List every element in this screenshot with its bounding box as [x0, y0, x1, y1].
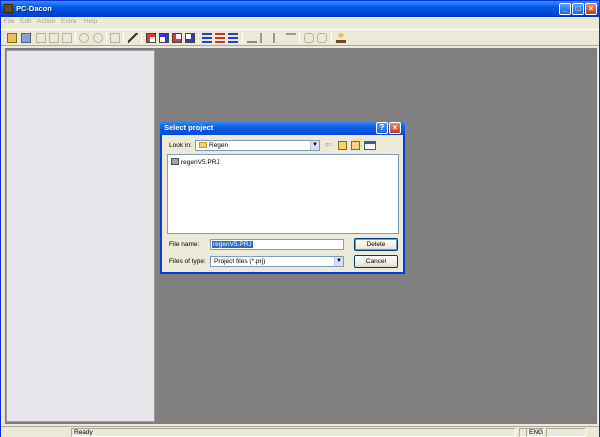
- language-indicator: ENG: [526, 428, 544, 437]
- look-in-value: Regen: [209, 142, 229, 149]
- menu-edit[interactable]: Edit: [20, 18, 31, 25]
- align-icon-3[interactable]: [228, 33, 238, 43]
- status-text: Ready: [71, 428, 516, 437]
- toolbar-separator: [141, 32, 142, 44]
- toolbar-separator: [299, 32, 300, 44]
- grid-icon-4[interactable]: [185, 33, 195, 43]
- list-item[interactable]: regenV5.PRJ: [171, 158, 220, 166]
- dialog-help-button[interactable]: ?: [376, 122, 388, 134]
- select-project-dialog: Select project ? × Look in: Regen ▼ ⇦ re…: [160, 121, 405, 274]
- status-left: [3, 428, 71, 437]
- folder-icon: [199, 142, 207, 148]
- wand-icon[interactable]: [128, 33, 138, 43]
- toolbar-separator: [331, 32, 332, 44]
- file-name-field[interactable]: regenV5.PRJ: [210, 239, 344, 250]
- chevron-down-icon[interactable]: ▼: [310, 141, 319, 150]
- look-in-label: Look in:: [169, 142, 192, 149]
- back-icon[interactable]: ⇦: [325, 141, 334, 150]
- dialog-title-bar[interactable]: Select project ? ×: [160, 121, 405, 135]
- align-icon-2[interactable]: [215, 33, 225, 43]
- menu-help[interactable]: Help: [84, 18, 97, 25]
- grid-icon-3[interactable]: [172, 33, 182, 43]
- cancel-button[interactable]: Cancel: [354, 255, 398, 268]
- file-icon: [171, 158, 179, 165]
- grid-icon-1[interactable]: [146, 33, 156, 43]
- title-bar[interactable]: PC-Dacon _ □ ×: [1, 1, 599, 17]
- dialog-title: Select project: [164, 123, 214, 132]
- view-menu-icon[interactable]: [364, 141, 376, 150]
- toolbar-separator: [198, 32, 199, 44]
- toolbar: [1, 29, 599, 46]
- resize-grip[interactable]: [587, 428, 597, 437]
- toolbar-separator: [123, 32, 124, 44]
- grid-icon-2[interactable]: [159, 33, 169, 43]
- new-folder-icon[interactable]: [351, 141, 360, 150]
- project-tree-panel[interactable]: [6, 50, 155, 422]
- print-icon[interactable]: [110, 33, 120, 43]
- dialog-close-button[interactable]: ×: [389, 122, 401, 134]
- app-icon: [4, 4, 13, 13]
- step-icon-1[interactable]: [260, 33, 270, 43]
- redo-icon[interactable]: [93, 33, 103, 43]
- file-name-label: File name:: [169, 241, 200, 248]
- step-icon-3[interactable]: [286, 33, 296, 43]
- link-icon-2[interactable]: [317, 33, 327, 43]
- minimize-button[interactable]: _: [559, 3, 571, 15]
- open-icon[interactable]: [7, 33, 17, 43]
- close-button[interactable]: ×: [585, 3, 597, 15]
- maximize-button[interactable]: □: [572, 3, 584, 15]
- toolbar-separator: [106, 32, 107, 44]
- align-icon-1[interactable]: [202, 33, 212, 43]
- step-icon-2[interactable]: [273, 33, 283, 43]
- menu-file[interactable]: File: [4, 18, 14, 25]
- files-of-type-label: Files of type:: [169, 258, 206, 265]
- up-folder-icon[interactable]: [338, 141, 347, 150]
- toolbar-separator: [75, 32, 76, 44]
- cut-icon[interactable]: [36, 33, 46, 43]
- toolbar-separator: [242, 32, 243, 44]
- files-of-type-value: Project files (*.prj): [214, 258, 266, 265]
- copy-icon[interactable]: [49, 33, 59, 43]
- chevron-down-icon[interactable]: ▼: [334, 257, 343, 266]
- menu-bar: File Edit Action Extra Help: [1, 17, 599, 28]
- paste-icon[interactable]: [62, 33, 72, 43]
- link-icon-1[interactable]: [304, 33, 314, 43]
- file-name: regenV5.PRJ: [181, 159, 220, 166]
- files-of-type-select[interactable]: Project files (*.prj) ▼: [210, 256, 344, 267]
- undo-icon[interactable]: [79, 33, 89, 43]
- file-list[interactable]: regenV5.PRJ: [167, 154, 399, 234]
- download-icon[interactable]: [247, 33, 257, 43]
- menu-extra[interactable]: Extra: [61, 18, 76, 25]
- save-icon[interactable]: [21, 33, 31, 43]
- file-name-value: regenV5.PRJ: [212, 241, 253, 248]
- status-cell: [546, 428, 586, 437]
- window-title: PC-Dacon: [16, 4, 52, 13]
- menu-action[interactable]: Action: [37, 18, 55, 25]
- help-icon[interactable]: [336, 33, 346, 43]
- status-bar: Ready ENG: [1, 426, 599, 437]
- look-in-select[interactable]: Regen ▼: [195, 140, 320, 151]
- delete-button[interactable]: Delete: [354, 238, 398, 251]
